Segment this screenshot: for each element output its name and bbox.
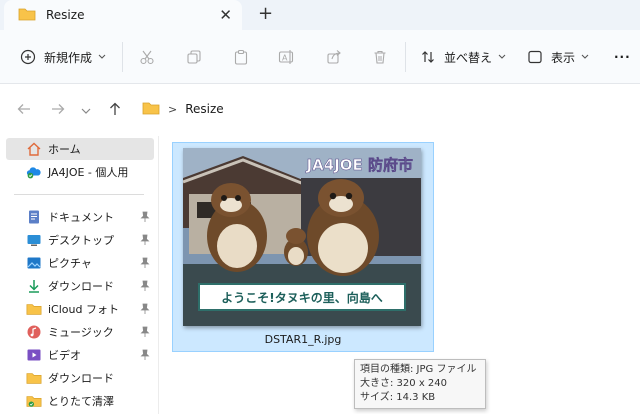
file-info-tooltip: 項目の種類: JPG ファイル 大きさ: 320 x 240 サイズ: 14.3… (354, 359, 486, 409)
chevron-down-icon (498, 54, 506, 60)
new-button-label: 新規作成 (44, 50, 93, 65)
view-button[interactable]: 表示 (527, 44, 589, 70)
toolbar-divider (405, 42, 406, 72)
sidebar-item-label: デスクトップ (48, 234, 114, 247)
arrow-up-icon (109, 102, 121, 119)
pin-icon[interactable] (140, 349, 150, 364)
pictures-icon (26, 255, 42, 271)
tooltip-type: 項目の種類: JPG ファイル (360, 364, 477, 375)
video-icon (26, 347, 42, 363)
sidebar-item-music[interactable]: ミュージック (6, 321, 154, 343)
share-icon (326, 49, 342, 65)
sidebar-item-pictures[interactable]: ピクチャ (6, 252, 154, 274)
copy-button[interactable] (186, 44, 202, 70)
sidebar-item-downloads-folder[interactable]: ダウンロード (6, 367, 154, 389)
home-icon (26, 141, 42, 157)
tooltip-dimensions: 大きさ: 320 x 240 (360, 378, 447, 389)
navigation-pane: ホーム JA4JOE - 個人用 ドキュメント デスクトップ ピクチャ ダウンロ… (0, 136, 158, 414)
sidebar-item-videos[interactable]: ビデオ (6, 344, 154, 366)
cloud-icon (26, 164, 42, 180)
sidebar-item-label: ホーム (48, 143, 81, 156)
arrow-right-icon (51, 103, 65, 118)
tab-resize[interactable]: Resize ✕ (4, 0, 242, 30)
pin-icon[interactable] (140, 211, 150, 226)
sidebar-item-home[interactable]: ホーム (6, 138, 154, 160)
sidebar-item-label: ダウンロード (48, 280, 114, 293)
up-button[interactable] (105, 100, 125, 120)
command-bar: 新規作成 A 並べ替え 表示 ··· (0, 30, 640, 84)
thumbnail-sign-text: ようこそ!タヌキの里、向島へ (221, 290, 382, 305)
cut-icon (139, 49, 155, 65)
pin-icon[interactable] (140, 303, 150, 318)
file-name-label: DSTAR1_R.jpg (264, 333, 342, 346)
copy-icon (186, 49, 202, 65)
paste-button[interactable] (233, 44, 249, 70)
pin-icon[interactable] (140, 326, 150, 341)
sidebar-item-label: ダウンロード (48, 372, 114, 385)
chevron-down-icon (98, 54, 106, 60)
paste-icon (233, 49, 249, 65)
tab-title: Resize (46, 8, 85, 22)
view-icon (527, 49, 543, 65)
delete-button[interactable] (372, 44, 388, 70)
sidebar-item-label: ドキュメント (48, 211, 114, 224)
image-thumbnail[interactable]: ようこそ!タヌキの里、向島へ JA4JOE 防府市 (183, 148, 421, 326)
sort-icon (420, 49, 436, 65)
cut-button[interactable] (139, 44, 155, 70)
new-tab-icon[interactable]: + (258, 4, 273, 24)
sidebar-item-label: ビデオ (48, 349, 81, 362)
close-tab-icon[interactable]: ✕ (219, 6, 232, 24)
breadcrumb-resize[interactable]: Resize (185, 102, 223, 116)
back-button[interactable] (14, 100, 34, 120)
sidebar-item-icloud-photos[interactable]: iCloud フォト (6, 298, 154, 320)
arrow-left-icon (17, 103, 31, 118)
recent-locations-button[interactable] (78, 100, 94, 120)
new-button[interactable]: 新規作成 (20, 44, 106, 70)
pin-icon[interactable] (140, 280, 150, 295)
sort-button[interactable]: 並べ替え (420, 44, 506, 70)
more-options-icon[interactable]: ··· (614, 44, 631, 70)
share-button[interactable] (326, 44, 342, 70)
sidebar-item-onedrive[interactable]: JA4JOE - 個人用 (6, 161, 154, 183)
music-icon (26, 324, 42, 340)
sidebar-item-toritate[interactable]: とりたて清澤 (6, 390, 154, 412)
sidebar-item-label: ピクチャ (48, 257, 92, 270)
download-icon (26, 278, 42, 294)
sidebar-item-label: JA4JOE - 個人用 (48, 166, 129, 179)
sidebar-item-documents[interactable]: ドキュメント (6, 206, 154, 228)
sidebar-divider (14, 194, 144, 195)
folder-icon (18, 7, 36, 24)
breadcrumb-chevron: > (168, 102, 178, 116)
toolbar-divider (122, 42, 123, 72)
pin-icon[interactable] (140, 234, 150, 249)
sidebar-item-label: とりたて清澤 (48, 395, 114, 408)
folder-icon (26, 393, 42, 409)
sidebar-item-desktop[interactable]: デスクトップ (6, 229, 154, 251)
folder-icon (26, 301, 42, 317)
title-bar: Resize ✕ + (0, 0, 640, 30)
rename-button[interactable]: A (278, 44, 296, 70)
folder-icon (142, 101, 160, 118)
sidebar-item-downloads[interactable]: ダウンロード (6, 275, 154, 297)
tooltip-size: サイズ: 14.3 KB (360, 392, 436, 403)
sort-button-label: 並べ替え (444, 50, 493, 65)
delete-icon (372, 49, 388, 65)
svg-text:A: A (282, 54, 288, 63)
thumbnail-title-text: JA4JOE 防府市 (306, 156, 413, 174)
pin-icon[interactable] (140, 257, 150, 272)
sidebar-item-label: iCloud フォト (48, 303, 119, 316)
rename-icon: A (278, 49, 296, 65)
chevron-down-icon (581, 54, 589, 60)
plus-circle-icon (20, 49, 36, 65)
view-button-label: 表示 (551, 50, 576, 65)
address-bar[interactable]: > Resize (130, 96, 640, 122)
sidebar-item-label: ミュージック (48, 326, 114, 339)
forward-button[interactable] (48, 100, 68, 120)
chevron-down-icon (81, 103, 91, 117)
folder-icon (26, 370, 42, 386)
desktop-icon (26, 232, 42, 248)
documents-icon (26, 209, 42, 225)
